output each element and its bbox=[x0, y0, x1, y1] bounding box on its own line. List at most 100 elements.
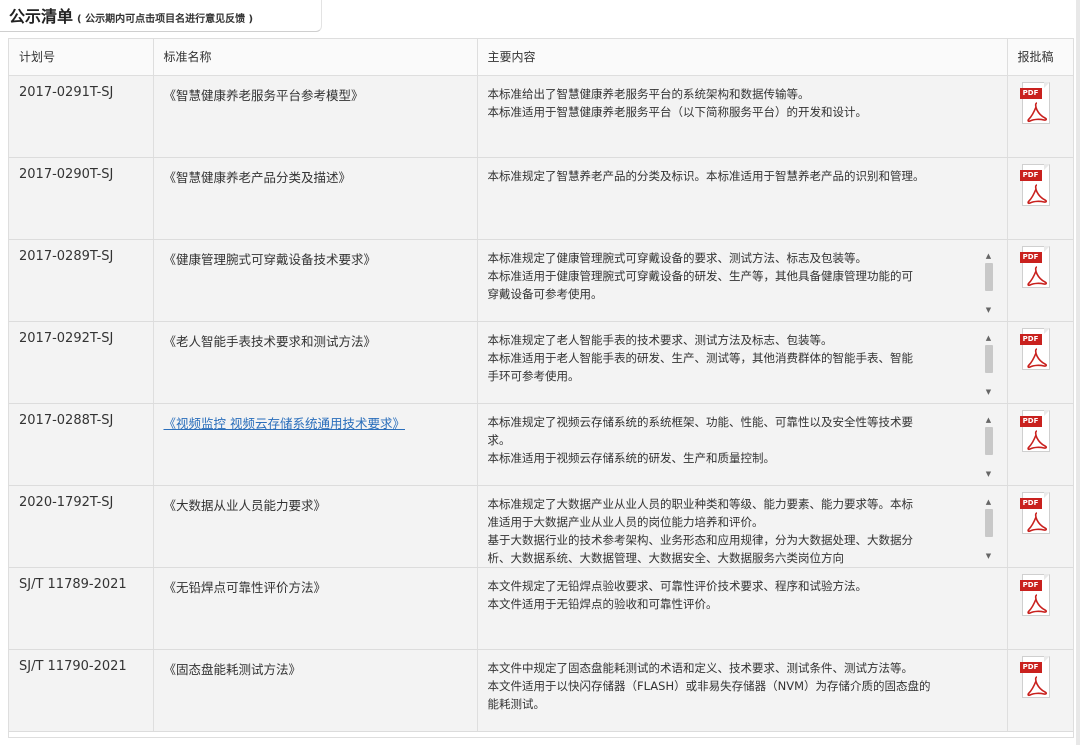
main-content-cell: 本标准规定了健康管理腕式可穿戴设备的要求、测试方法、标志及包装等。本标准适用于健… bbox=[477, 239, 1008, 322]
scroll-up-arrow-icon[interactable]: ▲ bbox=[983, 497, 995, 507]
content-line: 本标准适用于健康管理腕式可穿戴设备的研发、生产等，其他具备健康管理功能的可 bbox=[487, 268, 914, 283]
content-scrollbar[interactable]: ▲ ▼ bbox=[983, 495, 995, 560]
plan-number: 2017-0292T-SJ bbox=[19, 330, 114, 346]
main-content-cell: 本标准规定了智慧养老产品的分类及标识。本标准适用于智慧养老产品的识别和管理。 bbox=[477, 157, 1008, 240]
acrobat-glyph-icon bbox=[1026, 183, 1047, 204]
content-line: 手环可参考使用。 bbox=[487, 368, 580, 383]
scroll-down-arrow-icon[interactable]: ▼ bbox=[983, 305, 995, 315]
pdf-icon[interactable]: PDF bbox=[1019, 163, 1054, 208]
scroll-up-arrow-icon[interactable]: ▲ bbox=[983, 251, 995, 261]
scroll-thumb[interactable] bbox=[984, 262, 993, 291]
content-box: 本标准规定了视频云存储系统的系统框架、功能、性能、可靠性以及安全性等技术要 求。本… bbox=[488, 413, 997, 483]
content-box: 本文件规定了无铅焊点验收要求、可靠性评价技术要求、程序和试验方法。 本文件适用于无… bbox=[488, 577, 997, 647]
pdf-fold-shape bbox=[1043, 655, 1050, 662]
scroll-down-arrow-icon[interactable]: ▼ bbox=[983, 551, 995, 561]
plan-number-cell: SJ/T 11789-2021 bbox=[9, 567, 154, 650]
content-text: 本文件中规定了固态盘能耗测试的术语和定义、技术要求、测试条件、测试方法等。 本文件… bbox=[488, 659, 997, 713]
table-row: 2020-1792T-SJ 《大数据从业人员能力要求》 本标准规定了大数据产业从… bbox=[9, 485, 1073, 568]
content-line: 析、大数据系统、大数据管理、大数据安全、大数据服务六类岗位方向 bbox=[487, 550, 845, 565]
pdf-icon[interactable]: PDF bbox=[1019, 81, 1054, 126]
content-scrollbar[interactable]: ▲ ▼ bbox=[983, 413, 995, 478]
main-content-cell: 本标准规定了大数据产业从业人员的职业种类和等级、能力要素、能力要求等。本标 准适用… bbox=[477, 485, 1008, 568]
plan-number-cell: 2020-1792T-SJ bbox=[9, 485, 154, 568]
scroll-up-arrow-icon[interactable]: ▲ bbox=[983, 333, 995, 343]
content-scrollbar[interactable]: ▲ ▼ bbox=[983, 331, 995, 396]
pdf-icon[interactable]: PDF bbox=[1019, 245, 1054, 290]
scroll-down-arrow-icon[interactable]: ▼ bbox=[983, 469, 995, 479]
standard-name-link[interactable]: 《无铅焊点可靠性评价方法》 bbox=[164, 580, 327, 595]
standard-name-cell: 《智慧健康养老产品分类及描述》 bbox=[153, 157, 478, 240]
scroll-up-arrow-icon[interactable]: ▲ bbox=[983, 415, 995, 425]
plan-number: 2017-0291T-SJ bbox=[19, 84, 114, 100]
scroll-down-arrow-icon[interactable]: ▼ bbox=[983, 387, 995, 397]
standard-name-link[interactable]: 《智慧健康养老产品分类及描述》 bbox=[164, 170, 352, 185]
plan-number-cell: 2017-0291T-SJ bbox=[9, 75, 154, 158]
standard-name-link[interactable]: 《视频监控 视频云存储系统通用技术要求》 bbox=[164, 416, 405, 431]
plan-number: 2017-0288T-SJ bbox=[19, 412, 114, 428]
standard-name-link[interactable]: 《大数据从业人员能力要求》 bbox=[164, 498, 327, 513]
content-text: 本标准规定了智慧养老产品的分类及标识。本标准适用于智慧养老产品的识别和管理。 bbox=[488, 167, 997, 185]
pdf-fold-shape bbox=[1043, 409, 1050, 416]
pdf-label: PDF bbox=[1019, 497, 1042, 509]
acrobat-glyph-icon bbox=[1026, 101, 1047, 122]
section-note: ( 公示期内可点击项目名进行意见反馈 ) bbox=[77, 14, 254, 25]
content-line: 本标准适用于智慧健康养老服务平台（以下简称服务平台）的开发和设计。 bbox=[487, 104, 868, 119]
table-header-row: 计划号 标准名称 主要内容 报批稿 bbox=[9, 39, 1073, 76]
content-box: 本标准规定了健康管理腕式可穿戴设备的要求、测试方法、标志及包装等。本标准适用于健… bbox=[488, 249, 997, 319]
acrobat-glyph-icon bbox=[1026, 593, 1047, 614]
content-line: 本文件适用于以快闪存储器（FLASH）或非易失存储器（NVM）为存储介质的固态盘… bbox=[487, 678, 931, 693]
header-standard-name: 标准名称 bbox=[153, 39, 478, 76]
scroll-thumb[interactable] bbox=[984, 344, 993, 373]
standard-name-link[interactable]: 《固态盘能耗测试方法》 bbox=[164, 662, 302, 677]
acrobat-glyph-icon bbox=[1026, 347, 1047, 368]
pdf-label: PDF bbox=[1019, 333, 1042, 345]
standard-name-link[interactable]: 《老人智能手表技术要求和测试方法》 bbox=[164, 334, 377, 349]
content-scrollbar[interactable]: ▲ ▼ bbox=[983, 249, 995, 314]
content-line: 本标准规定了健康管理腕式可穿戴设备的要求、测试方法、标志及包装等。 bbox=[487, 250, 868, 265]
table-row: SJ/T 11789-2021 《无铅焊点可靠性评价方法》 本文件规定了无铅焊点… bbox=[9, 567, 1073, 650]
draft-cell: PDF bbox=[1007, 485, 1073, 568]
draft-cell: PDF bbox=[1007, 157, 1073, 240]
content-line: 本标准规定了视频云存储系统的系统框架、功能、性能、可靠性以及安全性等技术要 bbox=[487, 414, 914, 429]
standard-name-cell: 《固态盘能耗测试方法》 bbox=[153, 649, 478, 732]
scroll-thumb[interactable] bbox=[984, 508, 993, 537]
pdf-icon[interactable]: PDF bbox=[1019, 655, 1054, 700]
content-line: 本文件适用于无铅焊点的验收和可靠性评价。 bbox=[487, 596, 718, 611]
standard-name-link[interactable]: 《健康管理腕式可穿戴设备技术要求》 bbox=[164, 252, 377, 267]
content-box: 本标准规定了智慧养老产品的分类及标识。本标准适用于智慧养老产品的识别和管理。 bbox=[488, 167, 997, 237]
scroll-thumb[interactable] bbox=[984, 426, 993, 455]
draft-cell: PDF bbox=[1007, 567, 1073, 650]
acrobat-glyph-icon bbox=[1026, 675, 1047, 696]
content-line: 求。 bbox=[487, 432, 511, 447]
standard-name-anchor[interactable]: 《视频监控 视频云存储系统通用技术要求》 bbox=[164, 416, 405, 431]
acrobat-glyph-icon bbox=[1026, 429, 1047, 450]
content-box: 本标准规定了大数据产业从业人员的职业种类和等级、能力要素、能力要求等。本标 准适用… bbox=[488, 495, 997, 565]
content-line: 本标准规定了智慧养老产品的分类及标识。本标准适用于智慧养老产品的识别和管理。 bbox=[487, 168, 925, 183]
content-box: 本文件中规定了固态盘能耗测试的术语和定义、技术要求、测试条件、测试方法等。 本文件… bbox=[488, 659, 997, 729]
pdf-label: PDF bbox=[1019, 169, 1042, 181]
pdf-icon[interactable]: PDF bbox=[1019, 327, 1054, 372]
table-row: 2017-0291T-SJ 《智慧健康养老服务平台参考模型》 本标准给出了智慧健… bbox=[9, 75, 1073, 158]
plan-number-cell: 2017-0289T-SJ bbox=[9, 239, 154, 322]
section-title: 公示清单( 公示期内可点击项目名进行意见反馈 ) bbox=[9, 3, 253, 27]
section-header: 公示清单( 公示期内可点击项目名进行意见反馈 ) bbox=[0, 0, 322, 32]
page-scrollbar[interactable] bbox=[1076, 0, 1080, 745]
pdf-icon[interactable]: PDF bbox=[1019, 573, 1054, 618]
plan-number-cell: 2017-0290T-SJ bbox=[9, 157, 154, 240]
header-draft: 报批稿 bbox=[1007, 39, 1073, 76]
header-main-content: 主要内容 bbox=[477, 39, 1008, 76]
plan-number: 2017-0289T-SJ bbox=[19, 248, 114, 264]
content-line: 准适用于大数据产业从业人员的岗位能力培养和评价。 bbox=[487, 514, 764, 529]
content-line: 本标准规定了老人智能手表的技术要求、测试方法及标志、包装等。 bbox=[487, 332, 833, 347]
pdf-icon[interactable]: PDF bbox=[1019, 491, 1054, 536]
content-box: 本标准规定了老人智能手表的技术要求、测试方法及标志、包装等。 本标准适用于老人智能… bbox=[488, 331, 997, 401]
table-row: 2017-0292T-SJ 《老人智能手表技术要求和测试方法》 本标准规定了老人… bbox=[9, 321, 1073, 404]
plan-number-cell: 2017-0292T-SJ bbox=[9, 321, 154, 404]
pdf-label: PDF bbox=[1019, 415, 1042, 427]
acrobat-glyph-icon bbox=[1026, 511, 1047, 532]
content-text: 本标准给出了智慧健康养老服务平台的系统架构和数据传输等。 本标准适用于智慧健康养老… bbox=[488, 85, 997, 121]
standard-name-link[interactable]: 《智慧健康养老服务平台参考模型》 bbox=[164, 88, 364, 103]
pdf-icon[interactable]: PDF bbox=[1019, 409, 1054, 454]
draft-cell: PDF bbox=[1007, 75, 1073, 158]
pdf-label: PDF bbox=[1019, 251, 1042, 263]
